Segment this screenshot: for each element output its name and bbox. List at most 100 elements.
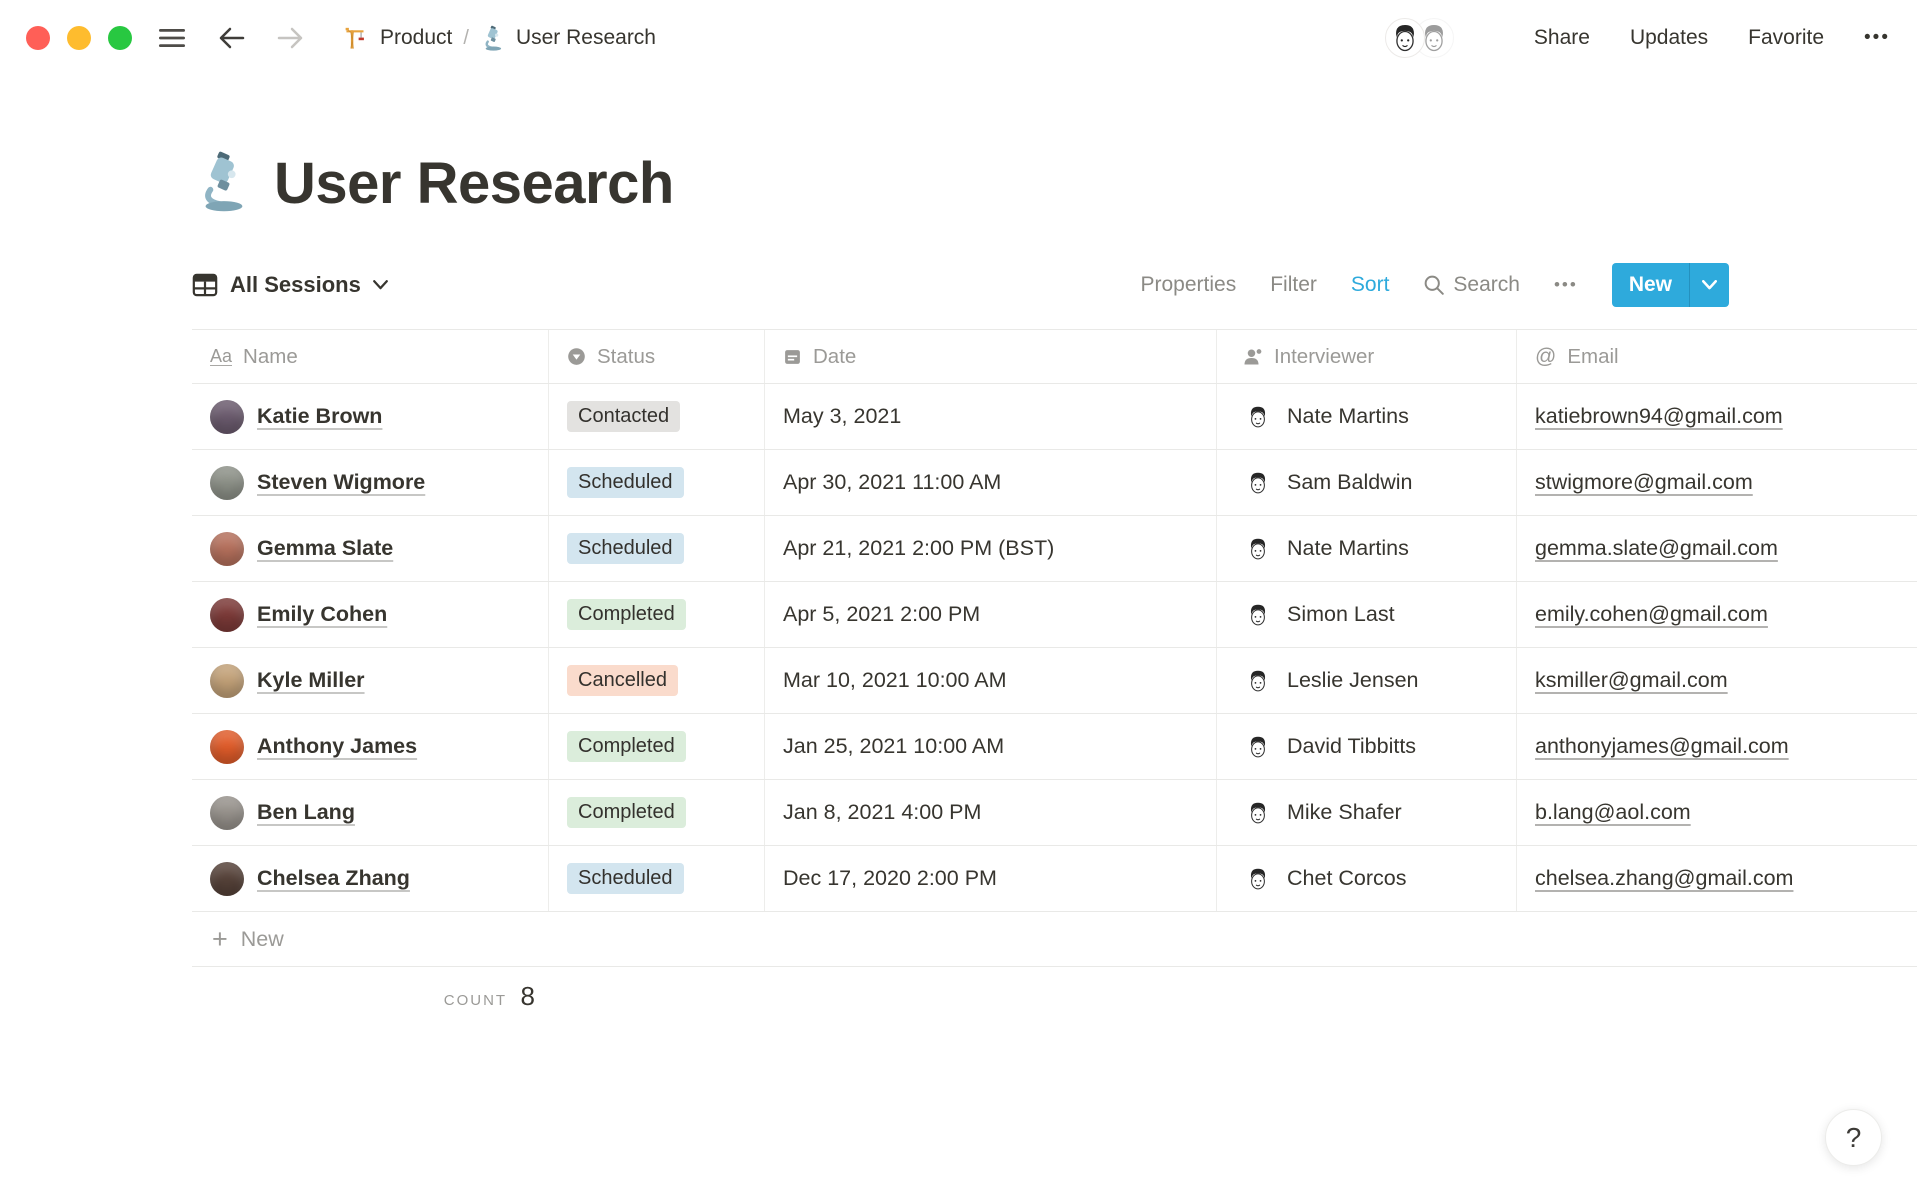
name-cell[interactable]: Steven Wigmore [192, 450, 549, 515]
more-options-icon[interactable]: ••• [1864, 27, 1890, 49]
date-cell[interactable]: Mar 10, 2021 10:00 AM [765, 648, 1217, 713]
interviewer-name: David Tibbitts [1287, 734, 1417, 758]
breadcrumb-item-product[interactable]: Product [344, 25, 452, 51]
status-cell[interactable]: Scheduled [549, 450, 765, 515]
record-name-link[interactable]: Katie Brown [257, 404, 382, 429]
interviewer-cell[interactable]: Chet Corcos [1217, 846, 1517, 911]
search-button[interactable]: Search [1423, 273, 1520, 297]
filter-button[interactable]: Filter [1270, 273, 1317, 297]
date-cell[interactable]: Apr 30, 2021 11:00 AM [765, 450, 1217, 515]
view-selector[interactable]: All Sessions [192, 272, 388, 298]
properties-button[interactable]: Properties [1141, 273, 1237, 297]
column-header-status[interactable]: Status [549, 330, 765, 383]
record-name-link[interactable]: Anthony James [257, 734, 417, 759]
record-name-link[interactable]: Chelsea Zhang [257, 866, 410, 891]
sort-button[interactable]: Sort [1351, 273, 1390, 297]
column-header-interviewer[interactable]: Interviewer [1217, 330, 1517, 383]
new-button-dropdown[interactable] [1689, 263, 1729, 307]
date-cell[interactable]: Apr 21, 2021 2:00 PM (BST) [765, 516, 1217, 581]
email-link[interactable]: b.lang@aol.com [1535, 800, 1691, 825]
name-cell[interactable]: Emily Cohen [192, 582, 549, 647]
column-header-date[interactable]: Date [765, 330, 1217, 383]
interviewer-name: Simon Last [1287, 602, 1395, 626]
email-cell[interactable]: chelsea.zhang@gmail.com [1517, 846, 1917, 911]
column-header-name[interactable]: Aa Name [192, 330, 549, 383]
page-icon-microscope[interactable] [192, 150, 254, 217]
interviewer-cell[interactable]: David Tibbitts [1217, 714, 1517, 779]
record-name-link[interactable]: Gemma Slate [257, 536, 393, 561]
name-cell[interactable]: Gemma Slate [192, 516, 549, 581]
name-cell[interactable]: Ben Lang [192, 780, 549, 845]
email-link[interactable]: chelsea.zhang@gmail.com [1535, 866, 1793, 891]
record-name-link[interactable]: Kyle Miller [257, 668, 365, 693]
status-cell[interactable]: Scheduled [549, 846, 765, 911]
email-cell[interactable]: ksmiller@gmail.com [1517, 648, 1917, 713]
email-link[interactable]: katiebrown94@gmail.com [1535, 404, 1783, 429]
sidebar-toggle-button[interactable] [158, 27, 186, 49]
interviewer-cell[interactable]: Sam Baldwin [1217, 450, 1517, 515]
arrow-left-icon [219, 27, 245, 49]
status-cell[interactable]: Scheduled [549, 516, 765, 581]
email-cell[interactable]: katiebrown94@gmail.com [1517, 384, 1917, 449]
column-label: Name [243, 344, 298, 368]
interviewer-cell[interactable]: Leslie Jensen [1217, 648, 1517, 713]
date-cell[interactable]: May 3, 2021 [765, 384, 1217, 449]
date-cell[interactable]: Jan 8, 2021 4:00 PM [765, 780, 1217, 845]
email-link[interactable]: emily.cohen@gmail.com [1535, 602, 1768, 627]
interviewer-cell[interactable]: Nate Martins [1217, 516, 1517, 581]
email-cell[interactable]: gemma.slate@gmail.com [1517, 516, 1917, 581]
close-window-button[interactable] [26, 26, 50, 50]
add-row-button[interactable]: + New [192, 912, 1917, 967]
email-link[interactable]: stwigmore@gmail.com [1535, 470, 1753, 495]
forward-button[interactable] [276, 25, 306, 51]
name-cell[interactable]: Chelsea Zhang [192, 846, 549, 911]
updates-button[interactable]: Updates [1630, 26, 1708, 50]
record-name-link[interactable]: Ben Lang [257, 800, 355, 825]
status-cell[interactable]: Completed [549, 582, 765, 647]
status-cell[interactable]: Completed [549, 714, 765, 779]
view-more-options-icon[interactable]: ••• [1554, 275, 1578, 295]
favorite-button[interactable]: Favorite [1748, 26, 1824, 50]
table-row: Steven Wigmore Scheduled Apr 30, 2021 11… [192, 450, 1917, 516]
traffic-lights [26, 26, 132, 50]
status-cell[interactable]: Cancelled [549, 648, 765, 713]
email-link[interactable]: ksmiller@gmail.com [1535, 668, 1728, 693]
record-name-link[interactable]: Steven Wigmore [257, 470, 425, 495]
column-header-email[interactable]: @ Email [1517, 330, 1917, 383]
email-cell[interactable]: b.lang@aol.com [1517, 780, 1917, 845]
name-cell[interactable]: Katie Brown [192, 384, 549, 449]
interviewer-avatar [1243, 534, 1273, 564]
status-badge: Scheduled [567, 863, 684, 894]
database-table: Aa Name Status Date Interviewer @ Email … [192, 329, 1917, 1012]
name-cell[interactable]: Anthony James [192, 714, 549, 779]
back-button[interactable] [216, 25, 246, 51]
interviewer-cell[interactable]: Mike Shafer [1217, 780, 1517, 845]
status-cell[interactable]: Completed [549, 780, 765, 845]
email-cell[interactable]: emily.cohen@gmail.com [1517, 582, 1917, 647]
record-name-link[interactable]: Emily Cohen [257, 602, 387, 627]
date-cell[interactable]: Dec 17, 2020 2:00 PM [765, 846, 1217, 911]
interviewer-cell[interactable]: Simon Last [1217, 582, 1517, 647]
chevron-down-icon [372, 280, 388, 290]
share-button[interactable]: Share [1534, 26, 1590, 50]
minimize-window-button[interactable] [67, 26, 91, 50]
zoom-window-button[interactable] [108, 26, 132, 50]
date-cell[interactable]: Jan 25, 2021 10:00 AM [765, 714, 1217, 779]
help-button[interactable]: ? [1825, 1109, 1882, 1166]
column-calculation[interactable]: COUNT 8 [192, 981, 549, 1012]
interviewer-cell[interactable]: Nate Martins [1217, 384, 1517, 449]
column-label: Date [813, 344, 857, 368]
email-cell[interactable]: stwigmore@gmail.com [1517, 450, 1917, 515]
table-row: Chelsea Zhang Scheduled Dec 17, 2020 2:0… [192, 846, 1917, 912]
date-cell[interactable]: Apr 5, 2021 2:00 PM [765, 582, 1217, 647]
email-cell[interactable]: anthonyjames@gmail.com [1517, 714, 1917, 779]
name-cell[interactable]: Kyle Miller [192, 648, 549, 713]
collaborator-avatar[interactable] [1384, 18, 1425, 58]
new-button[interactable]: New [1612, 263, 1689, 307]
breadcrumb-item-user-research[interactable]: User Research [480, 25, 656, 51]
plus-icon: + [212, 923, 228, 954]
email-link[interactable]: gemma.slate@gmail.com [1535, 536, 1778, 561]
date-value: May 3, 2021 [783, 404, 902, 428]
status-cell[interactable]: Contacted [549, 384, 765, 449]
email-link[interactable]: anthonyjames@gmail.com [1535, 734, 1789, 759]
